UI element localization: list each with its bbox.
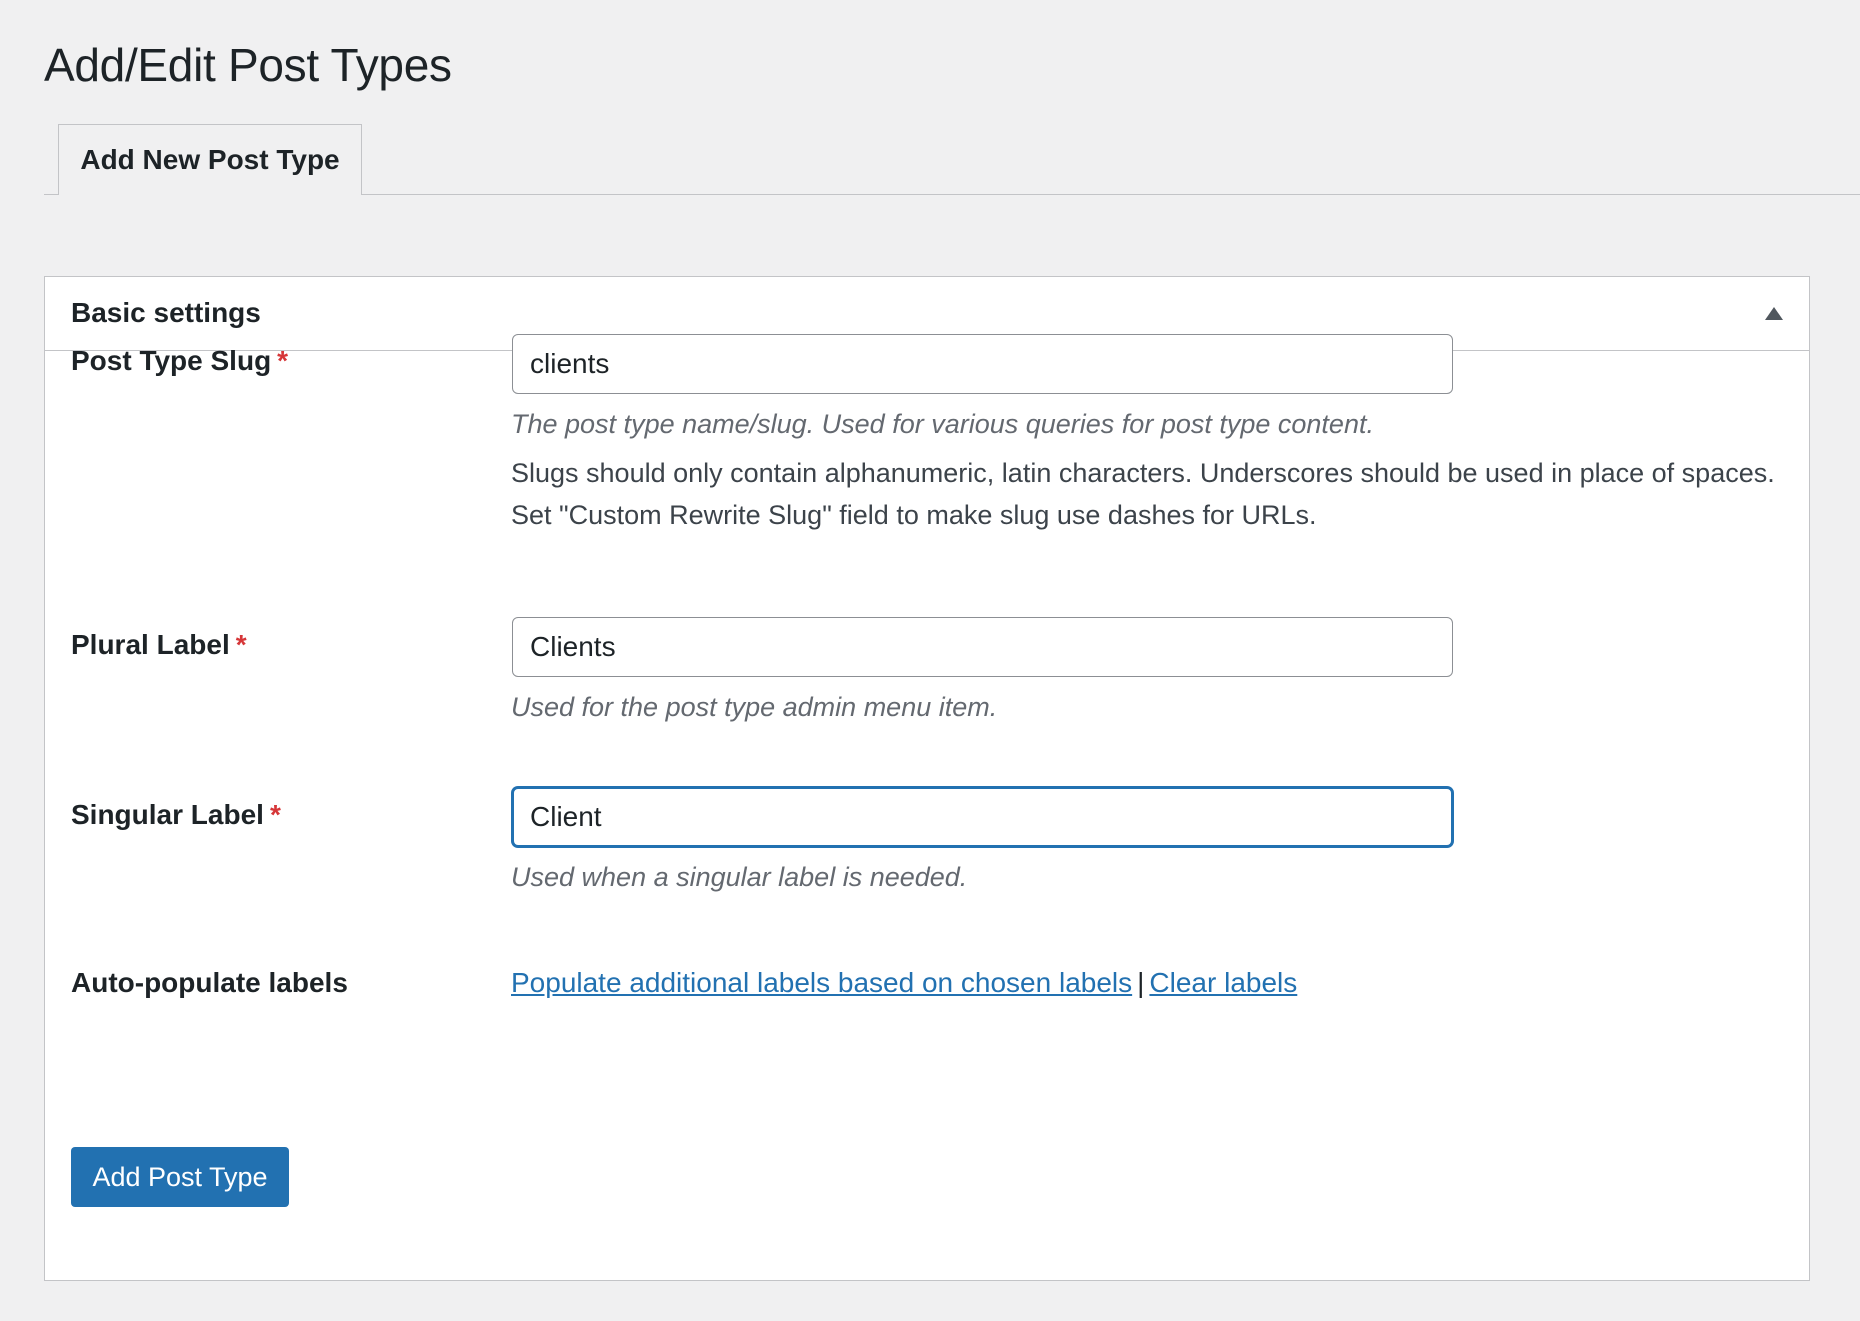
page-title: Add/Edit Post Types bbox=[44, 39, 452, 91]
auto-populate-links: Populate additional labels based on chos… bbox=[511, 967, 1297, 999]
plural-label-text: Plural Label bbox=[71, 629, 230, 660]
singular-label: Singular Label * bbox=[71, 799, 281, 831]
plural-label-input[interactable] bbox=[512, 617, 1453, 677]
basic-settings-panel: Basic settings Post Type Slug* The post … bbox=[44, 276, 1810, 1281]
required-asterisk: * bbox=[235, 629, 247, 660]
plural-description: Used for the post type admin menu item. bbox=[511, 692, 998, 722]
singular-label-text: Singular Label bbox=[71, 799, 264, 830]
singular-label-input[interactable] bbox=[512, 787, 1453, 847]
triangle-up-icon[interactable] bbox=[1765, 307, 1783, 320]
plural-label: Plural Label * bbox=[71, 629, 247, 661]
add-post-type-button[interactable]: Add Post Type bbox=[71, 1147, 289, 1207]
link-separator: | bbox=[1137, 967, 1145, 998]
populate-labels-link[interactable]: Populate additional labels based on chos… bbox=[511, 967, 1132, 998]
required-asterisk: * bbox=[269, 799, 281, 830]
singular-description: Used when a singular label is needed. bbox=[511, 862, 968, 892]
clear-labels-link[interactable]: Clear labels bbox=[1149, 967, 1297, 998]
post-type-slug-input[interactable] bbox=[512, 334, 1453, 394]
auto-populate-label: Auto-populate labels bbox=[71, 967, 348, 998]
tab-add-new-post-type[interactable]: Add New Post Type bbox=[58, 124, 362, 195]
slug-note: Slugs should only contain alphanumeric, … bbox=[511, 458, 1775, 530]
slug-label: Post Type Slug * bbox=[71, 345, 288, 377]
slug-description: The post type name/slug. Used for variou… bbox=[511, 409, 1374, 439]
slug-label-text: Post Type Slug bbox=[71, 345, 272, 376]
required-asterisk: * bbox=[277, 345, 289, 376]
panel-title: Basic settings bbox=[71, 297, 261, 328]
